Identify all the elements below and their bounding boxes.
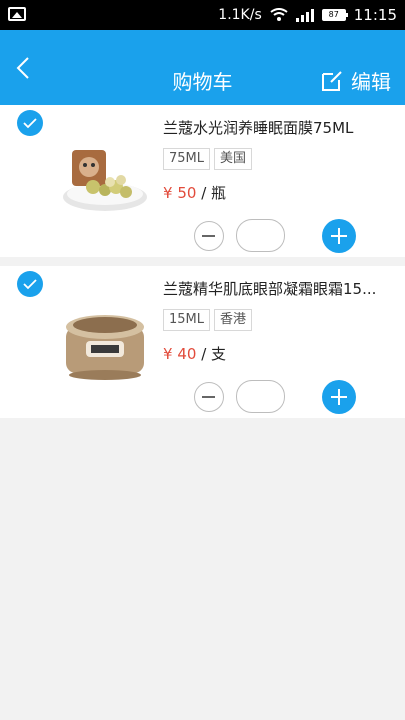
- price-line: ¥ 40 / 支: [163, 343, 226, 364]
- price-value: 40: [177, 345, 197, 363]
- status-indicators: 1.1K/s 87 11:15: [218, 6, 397, 24]
- currency-symbol: ¥: [163, 345, 173, 363]
- price-unit: / 瓶: [201, 184, 227, 202]
- image-icon: [8, 7, 26, 21]
- price-value: 50: [177, 184, 197, 202]
- edit-icon: [321, 70, 343, 92]
- product-tags: 15ML 香港: [163, 309, 253, 331]
- price-unit: / 支: [201, 345, 227, 363]
- currency-symbol: ¥: [163, 184, 173, 202]
- app-header: 购物车 编辑: [0, 30, 405, 105]
- check-icon: [23, 279, 37, 290]
- origin-tag: 香港: [214, 309, 253, 331]
- spec-tag: 15ML: [163, 309, 211, 331]
- spec-tag: 75ML: [163, 148, 211, 170]
- item-checkbox[interactable]: [17, 271, 43, 297]
- product-tags: 75ML 美国: [163, 148, 253, 170]
- product-image: [63, 150, 147, 211]
- price-line: ¥ 50 / 瓶: [163, 182, 226, 203]
- decrease-quantity-button[interactable]: [194, 382, 224, 412]
- cart-item: 兰蔻精华肌底眼部凝霜眼霜15... 15ML 香港 ¥ 40 / 支: [0, 266, 405, 418]
- quantity-input[interactable]: [236, 380, 285, 413]
- increase-quantity-button[interactable]: [322, 380, 356, 414]
- item-checkbox[interactable]: [17, 110, 43, 136]
- check-icon: [23, 118, 37, 129]
- product-image: [66, 315, 144, 380]
- cart-list: 兰蔻水光润养睡眠面膜75ML 75ML 美国 ¥ 50 / 瓶 兰蔻精华肌底眼部…: [0, 105, 405, 427]
- increase-quantity-button[interactable]: [322, 219, 356, 253]
- quantity-input[interactable]: [236, 219, 285, 252]
- battery-icon: 87: [321, 9, 348, 21]
- product-name[interactable]: 兰蔻水光润养睡眠面膜75ML: [163, 117, 388, 138]
- clock: 11:15: [353, 6, 397, 24]
- cart-item: 兰蔻水光润养睡眠面膜75ML 75ML 美国 ¥ 50 / 瓶: [0, 105, 405, 257]
- status-bar: 1.1K/s 87 11:15: [0, 0, 405, 30]
- edit-button[interactable]: 编辑: [321, 66, 391, 95]
- decrease-quantity-button[interactable]: [194, 221, 224, 251]
- network-speed: 1.1K/s: [218, 7, 262, 23]
- product-name[interactable]: 兰蔻精华肌底眼部凝霜眼霜15...: [163, 278, 388, 299]
- edit-label: 编辑: [351, 70, 391, 94]
- origin-tag: 美国: [214, 148, 253, 170]
- wifi-icon: [270, 8, 288, 22]
- signal-icon: [295, 8, 314, 22]
